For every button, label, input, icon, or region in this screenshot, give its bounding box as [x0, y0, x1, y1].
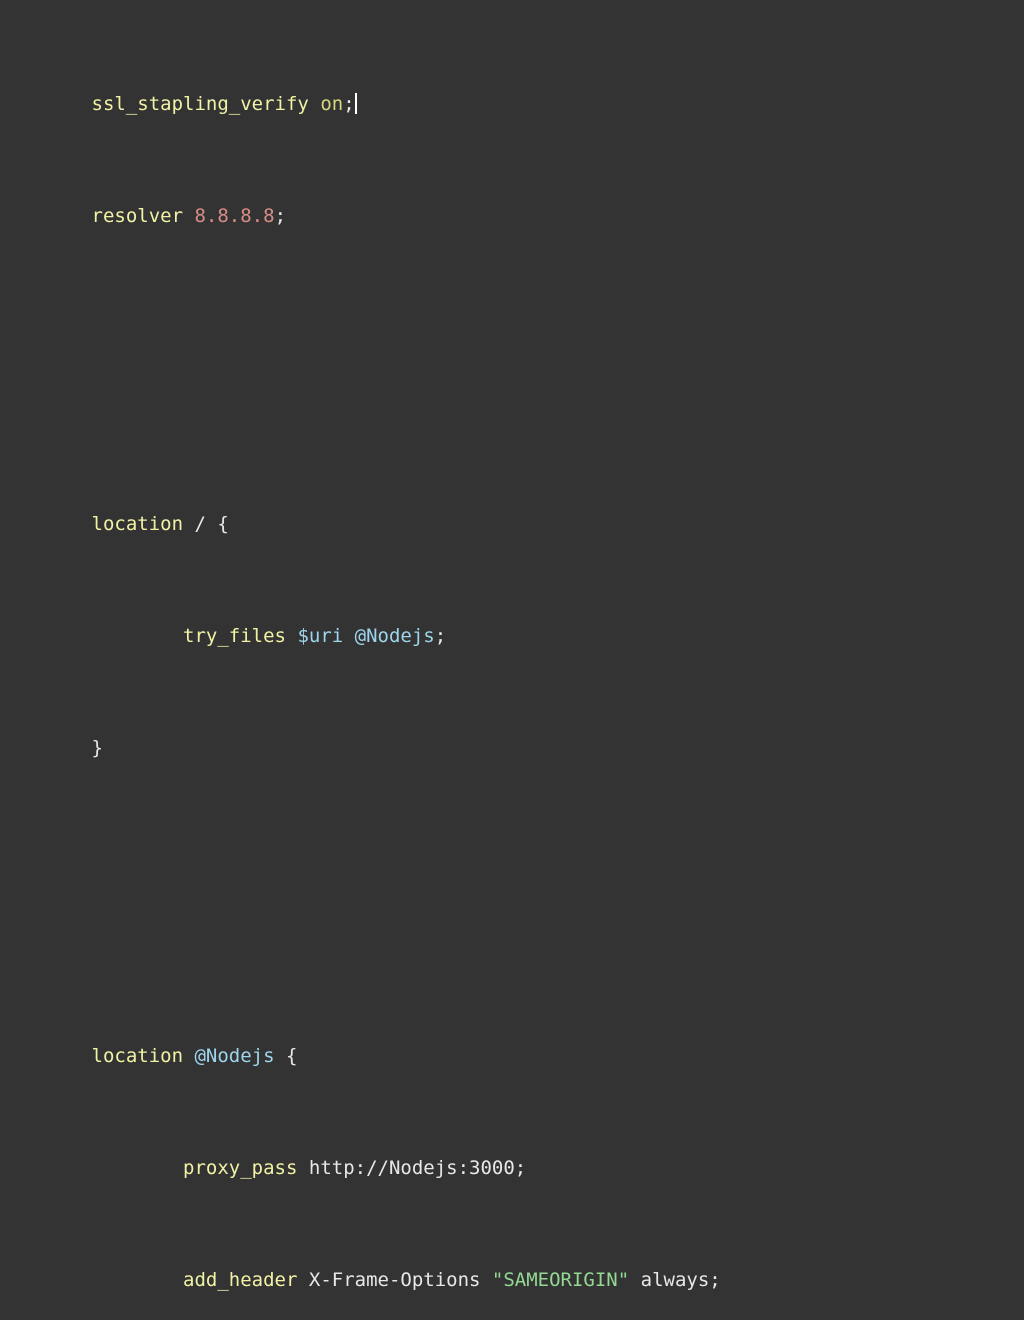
named-location-nodejs: @Nodejs	[354, 625, 435, 647]
directive-location: location	[91, 513, 184, 535]
code-line[interactable]: ssl_stapling_verify on;	[0, 90, 1024, 118]
resolver-ip-value: 8.8.8.8	[194, 205, 275, 227]
open-brace: {	[286, 1045, 298, 1067]
code-editor-pane[interactable]: ssl_stapling_verify on; resolver 8.8.8.8…	[0, 0, 1024, 1291]
semicolon: ;	[274, 205, 287, 227]
always-flag: always;	[640, 1269, 721, 1291]
code-line[interactable]: location / {	[0, 510, 1024, 538]
code-line[interactable]: try_files $uri @Nodejs;	[0, 622, 1024, 650]
close-brace: }	[91, 737, 103, 759]
directive-proxy-pass: proxy_pass	[183, 1157, 298, 1179]
directive-location: location	[91, 1045, 184, 1067]
open-brace: {	[217, 513, 229, 535]
code-line[interactable]: proxy_pass http://Nodejs:3000;	[0, 1154, 1024, 1182]
header-name: X-Frame-Options	[308, 1269, 481, 1291]
directive-resolver: resolver	[91, 205, 184, 227]
code-line[interactable]: }	[0, 734, 1024, 762]
directive-add-header: add_header	[183, 1269, 298, 1291]
variable-uri: $uri	[297, 625, 344, 647]
header-value-string: "SAMEORIGIN"	[491, 1269, 630, 1291]
location-path: /	[183, 513, 218, 535]
semicolon: ;	[343, 93, 355, 115]
proxy-pass-target: http://Nodejs:3000;	[308, 1157, 527, 1179]
code-line[interactable]: add_header X-Frame-Options "SAMEORIGIN" …	[0, 1266, 1024, 1294]
text-caret	[354, 93, 357, 114]
directive-try-files: try_files	[183, 625, 286, 647]
semicolon: ;	[434, 625, 447, 647]
named-location-nodejs: @Nodejs	[194, 1045, 275, 1067]
value-on: on	[320, 93, 344, 115]
code-line[interactable]: resolver 8.8.8.8;	[0, 202, 1024, 230]
code-content[interactable]: ssl_stapling_verify on; resolver 8.8.8.8…	[0, 6, 1024, 1320]
directive-ssl-stapling-verify: ssl_stapling_verify	[91, 93, 309, 115]
code-line[interactable]: location @Nodejs {	[0, 1042, 1024, 1070]
